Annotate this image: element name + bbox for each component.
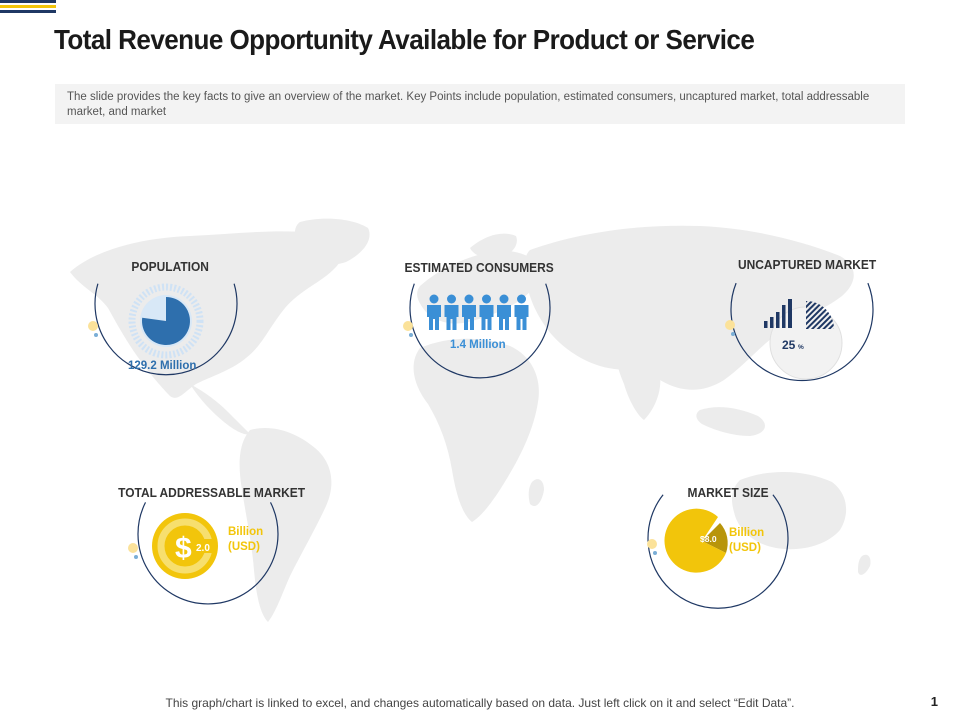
uncaptured-chart-icon: 25 %	[764, 299, 843, 380]
tam-marker-dot	[128, 543, 138, 553]
uncaptured-marker-dot	[725, 320, 735, 330]
market-size-card: MARKET SIZE $8.0 Billion (USD)	[640, 485, 800, 615]
population-marker-dot	[88, 321, 98, 331]
population-pie-icon	[128, 283, 204, 359]
consumers-marker-dot-small	[409, 333, 413, 337]
consumers-label: ESTIMATED CONSUMERS	[404, 260, 554, 275]
person-icon	[497, 294, 511, 330]
person-icon	[444, 294, 459, 330]
tam-label: TOTAL ADDRESSABLE MARKET	[118, 485, 306, 500]
market-size-unit-line1: Billion	[729, 527, 765, 539]
uncaptured-card: UNCAPTURED MARKET 25 %	[724, 257, 884, 387]
market-size-value: $8.0	[700, 534, 717, 544]
svg-text:$: $	[175, 532, 192, 565]
population-label: POPULATION	[131, 259, 209, 274]
market-size-label: MARKET SIZE	[687, 485, 769, 500]
tam-value: 2.0	[196, 543, 210, 554]
pie-chart-icon	[806, 301, 834, 329]
consumers-people-icons	[427, 294, 529, 330]
uncaptured-marker-dot-small	[731, 332, 735, 336]
person-icon	[514, 294, 529, 330]
person-icon	[427, 294, 441, 330]
person-icon	[479, 294, 494, 330]
page-number: 1	[930, 694, 938, 709]
consumers-value: 1.4 Million	[450, 339, 506, 351]
uncaptured-label: UNCAPTURED MARKET	[738, 257, 877, 272]
tam-marker-dot-small	[134, 555, 138, 559]
footer-note: This graph/chart is linked to excel, and…	[165, 696, 795, 710]
consumers-marker-dot	[403, 321, 413, 331]
market-size-marker-dot	[647, 539, 657, 549]
population-value: 129.2 Million	[128, 360, 197, 372]
tam-unit-line2: (USD)	[228, 541, 260, 553]
market-size-unit-line2: (USD)	[729, 542, 761, 554]
tam-card: TOTAL ADDRESSABLE MARKET $ 2.0 Billion (…	[108, 485, 308, 615]
population-card: POPULATION 129.2 Million	[88, 255, 250, 395]
person-icon	[462, 294, 476, 330]
consumers-card: ESTIMATED CONSUMERS 1.4 Million	[402, 260, 562, 390]
population-marker-dot-small	[94, 333, 98, 337]
uncaptured-value: 25	[782, 338, 796, 352]
tam-unit-line1: Billion	[228, 526, 264, 538]
market-size-marker-dot-small	[653, 551, 657, 555]
dollar-icon: $ 2.0	[152, 513, 218, 579]
uncaptured-unit: %	[798, 344, 804, 351]
